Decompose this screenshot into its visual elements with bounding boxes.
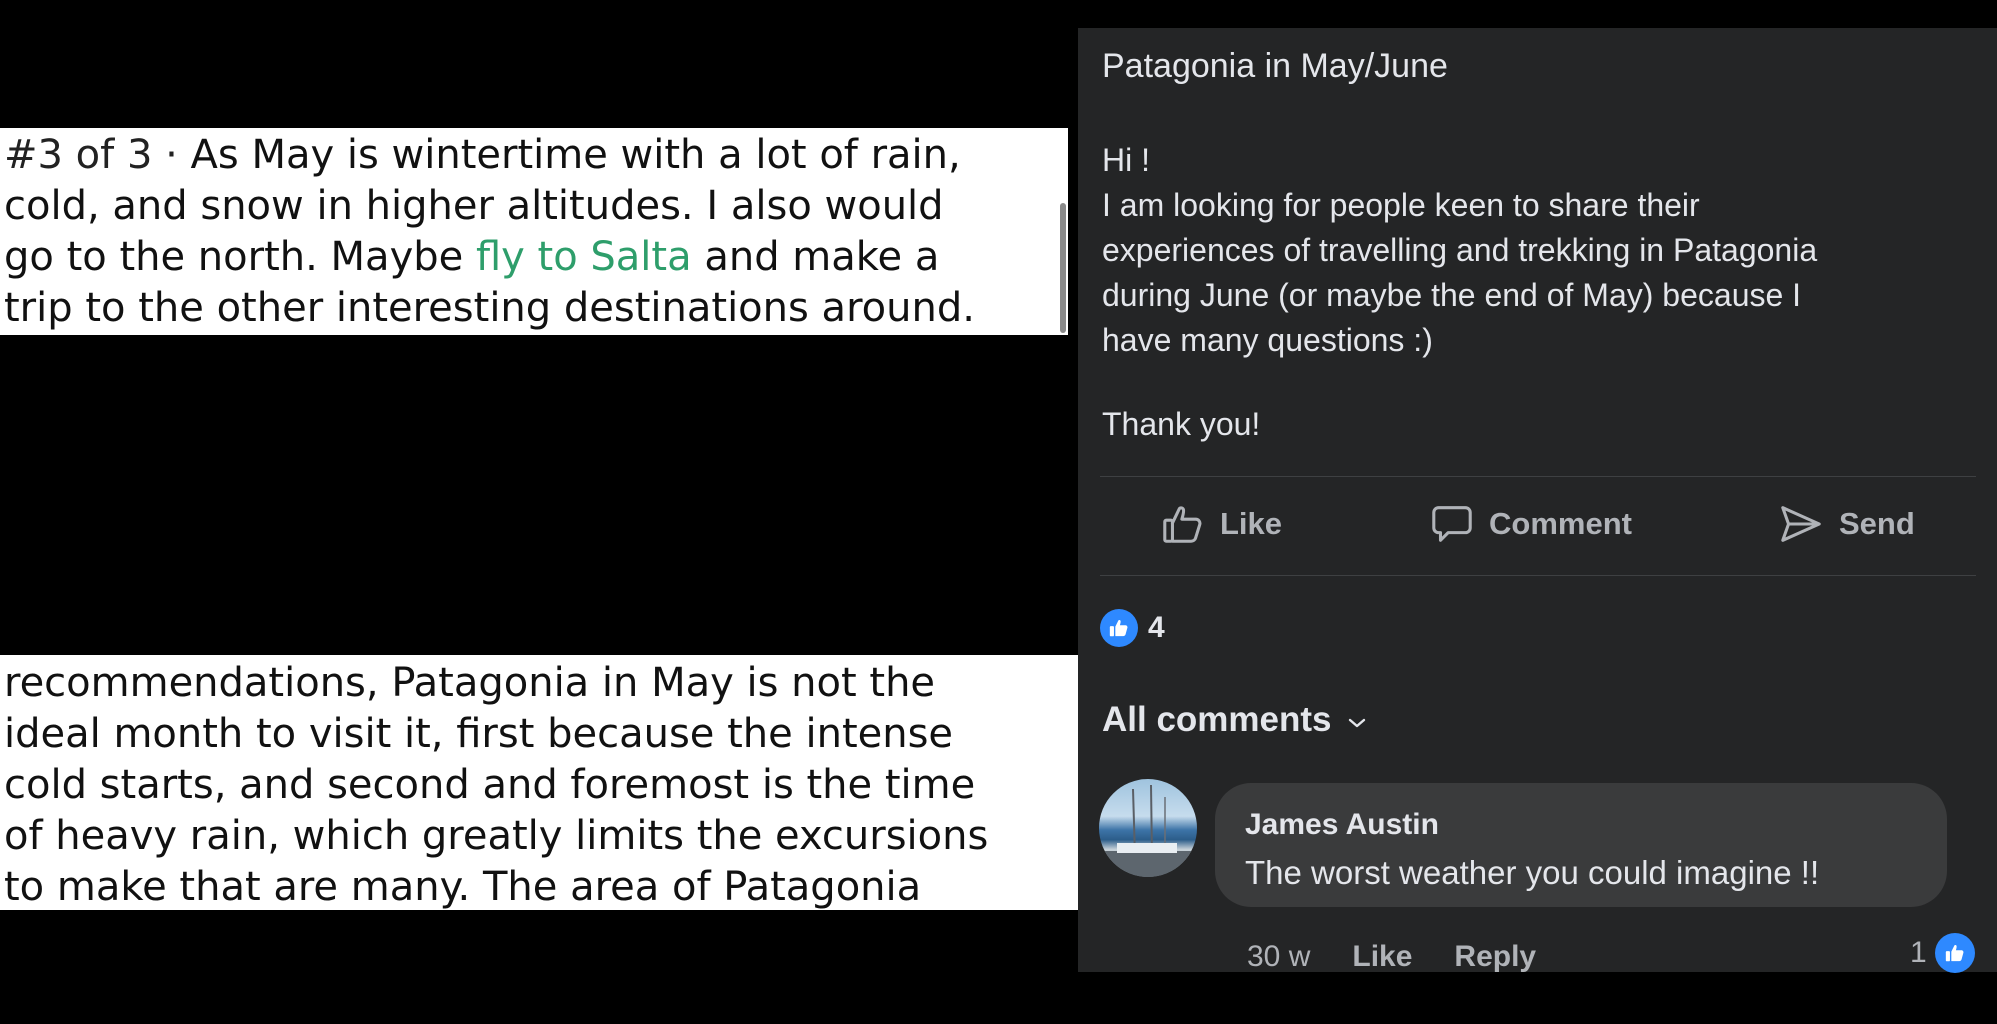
blue-thumbs-up-badge-icon — [1934, 933, 1975, 973]
post-body-line: experiences of travelling and trekking i… — [1102, 232, 1818, 268]
like-button[interactable]: Like — [1160, 498, 1282, 550]
divider — [1100, 575, 1976, 576]
scrollbar[interactable] — [1060, 203, 1066, 333]
thumbs-up-outline-icon — [1160, 501, 1206, 547]
post-body-line: during June (or maybe the end of May) be… — [1102, 277, 1802, 313]
reaction-summary[interactable]: 4 — [1100, 609, 1165, 647]
like-label: Like — [1220, 506, 1283, 541]
all-comments-label: All comments — [1102, 700, 1332, 739]
snippet-line: cold starts, and second and foremost is … — [4, 762, 976, 808]
review-snippet-bottom: recommendations, Patagonia in May is not… — [0, 655, 1078, 910]
snippet-line: of heavy rain, which greatly limits the … — [4, 813, 989, 859]
post-body-line: Hi ! — [1102, 142, 1150, 178]
comment-bubble: James Austin The worst weather you could… — [1215, 783, 1947, 907]
comment-reaction-count: 1 — [1910, 936, 1927, 969]
post-body-line: have many questions :) — [1102, 322, 1433, 358]
send-button[interactable]: Send — [1777, 498, 1915, 550]
reaction-count: 4 — [1148, 611, 1165, 644]
snippet-text: go to the north. Maybe — [4, 234, 476, 280]
screenshot-canvas: #3 of 3 · As May is wintertime with a lo… — [0, 0, 1997, 1024]
send-label: Send — [1839, 506, 1915, 541]
post-body: Hi ! I am looking for people keen to sha… — [1102, 138, 1817, 447]
all-comments-dropdown[interactable]: All comments — [1102, 700, 1368, 740]
comment-reply-button[interactable]: Reply — [1454, 940, 1536, 974]
snippet-line: #3 of 3 · As May is wintertime with a lo… — [4, 130, 1068, 181]
snippet-line: go to the north. Maybe fly to Salta and … — [4, 232, 1068, 283]
speech-bubble-icon — [1429, 501, 1475, 547]
snippet-line: cold, and snow in higher altitudes. I al… — [4, 183, 944, 229]
chevron-down-icon — [1346, 700, 1368, 740]
fly-to-salta-link[interactable]: fly to Salta — [476, 234, 692, 280]
avatar[interactable] — [1099, 779, 1197, 877]
post-panel: Patagonia in May/June Hi ! I am looking … — [1078, 28, 1997, 974]
comment-author[interactable]: James Austin — [1245, 807, 1947, 843]
post-thanks: Thank you! — [1102, 406, 1261, 442]
comment-like-button[interactable]: Like — [1352, 940, 1412, 974]
post-title: Patagonia in May/June — [1102, 47, 1448, 85]
snippet-line: recommendations, Patagonia in May is not… — [4, 660, 936, 706]
comment-timestamp: 30 w — [1247, 940, 1311, 973]
comment-meta: 30 w Like Reply — [1247, 940, 1578, 974]
snippet-line: to make that are many. The area of Patag… — [4, 864, 922, 910]
comment-reaction-summary[interactable]: 1 — [1910, 933, 1975, 973]
comment-button[interactable]: Comment — [1429, 498, 1632, 550]
comment-text: The worst weather you could imagine !! — [1245, 854, 1820, 891]
snippet-line: trip to the other interesting destinatio… — [4, 285, 975, 331]
comment-label: Comment — [1489, 506, 1632, 541]
post-body-line: I am looking for people keen to share th… — [1102, 187, 1700, 223]
review-counter: #3 of 3 · — [4, 132, 178, 178]
blue-thumbs-up-badge-icon — [1100, 609, 1138, 647]
review-snippet-top: #3 of 3 · As May is wintertime with a lo… — [0, 128, 1068, 335]
snippet-text: As May is wintertime with a lot of rain, — [177, 132, 961, 178]
snippet-line: ideal month to visit it, first because t… — [4, 711, 954, 757]
paper-plane-icon — [1777, 501, 1825, 547]
divider — [1100, 476, 1976, 477]
snippet-text: and make a — [691, 234, 940, 280]
